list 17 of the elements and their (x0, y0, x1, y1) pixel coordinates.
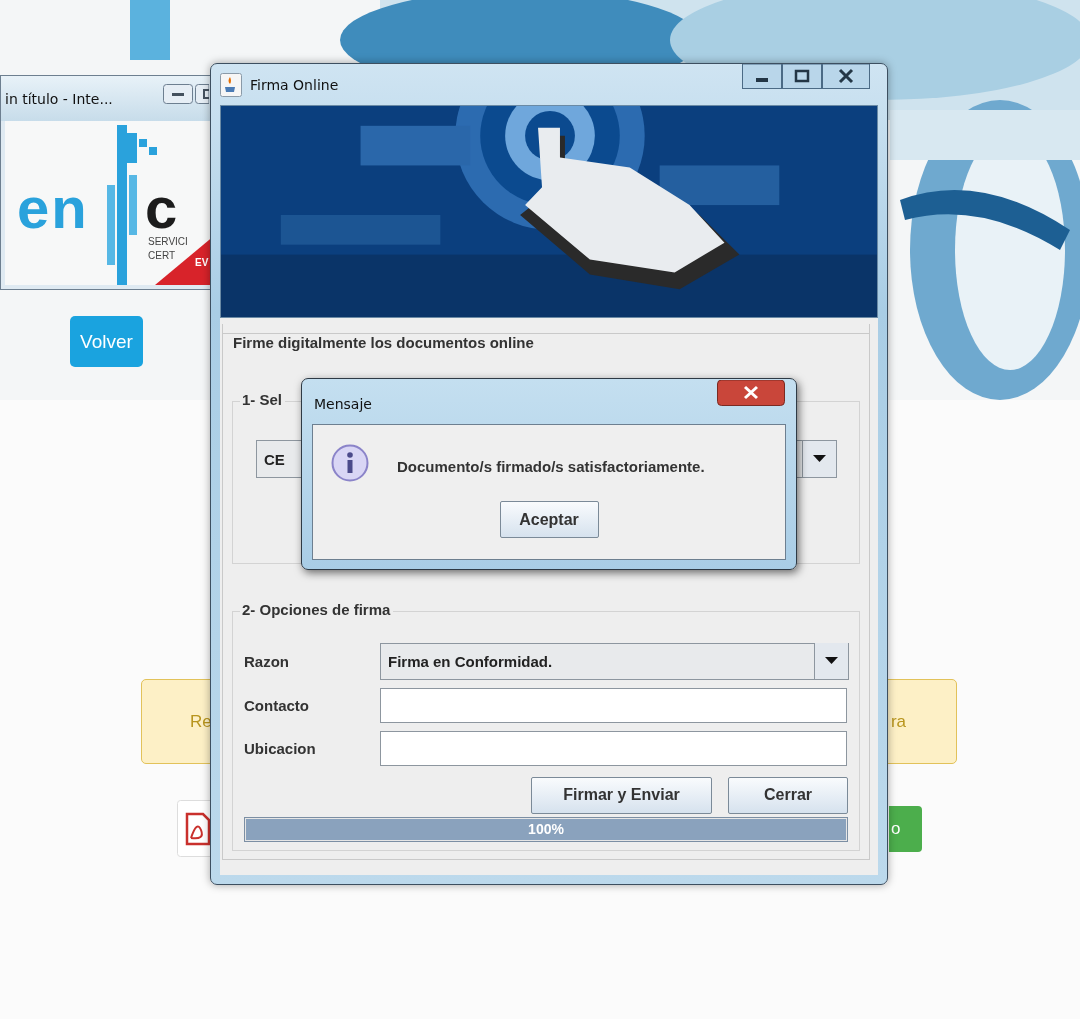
field-label: Razon (244, 652, 290, 670)
dialog-message: Documento/s firmado/s satisfactoriamente. (397, 457, 705, 475)
notice-text: Re (190, 711, 212, 732)
dialog-title: Mensaje (314, 395, 372, 412)
reason-dropdown[interactable]: Firma en Conformidad. (380, 642, 849, 680)
progress-reading: 100% (528, 821, 564, 838)
field-label: Contacto (244, 696, 310, 714)
field-label: Ubicacion (244, 739, 317, 757)
accept-button[interactable]: Aceptar (499, 501, 599, 538)
caret-icon (814, 643, 848, 680)
pdf-icon[interactable] (177, 800, 210, 857)
input-field[interactable] (380, 687, 847, 723)
dialog-button[interactable]: Firmar y Enviar (531, 776, 712, 814)
info-icon (331, 444, 369, 482)
notice-text: ra (890, 711, 906, 732)
input-field[interactable] (380, 730, 847, 766)
dialog-button[interactable]: Cerrar (728, 776, 848, 814)
